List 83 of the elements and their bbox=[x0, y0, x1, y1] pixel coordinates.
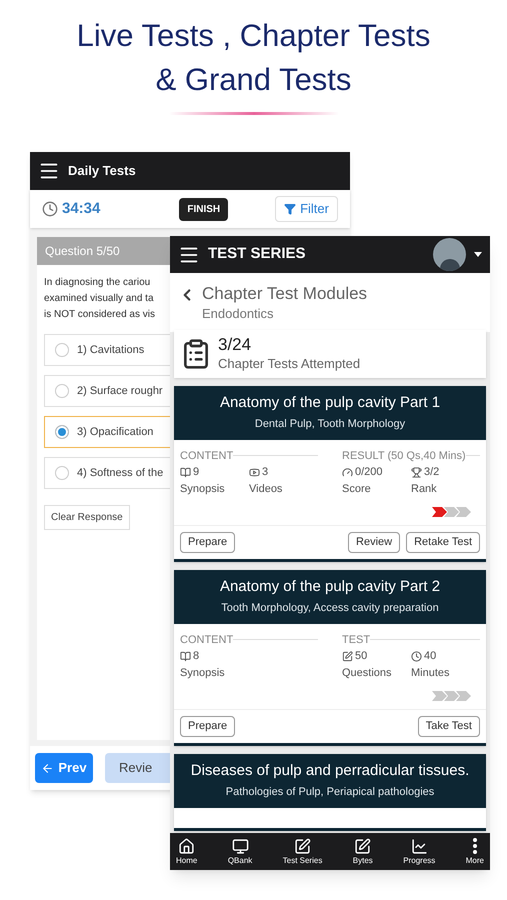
monitor-icon bbox=[232, 838, 249, 854]
answer-option[interactable]: 1) Cavitations bbox=[44, 334, 170, 366]
edit-icon bbox=[342, 650, 353, 662]
video-icon bbox=[249, 466, 260, 478]
radio-button[interactable] bbox=[55, 384, 69, 398]
question-text: is NOT considered as vis bbox=[44, 308, 155, 322]
headline: Live Tests , Chapter Tests bbox=[76, 17, 430, 55]
trophy-icon bbox=[411, 466, 422, 478]
section-label: RESULT (50 Qs,40 Mins) bbox=[342, 448, 466, 464]
stat-count: 8 bbox=[193, 649, 200, 664]
option-label: 3) Opacification bbox=[77, 424, 154, 440]
edit-icon bbox=[354, 838, 372, 854]
stat-label: Questions bbox=[342, 666, 393, 680]
stat-count: 9 bbox=[193, 465, 200, 480]
clear-response-button[interactable]: Clear Response bbox=[44, 505, 130, 530]
question-number: Question 5/50 bbox=[45, 243, 120, 260]
headline: & Grand Tests bbox=[156, 61, 352, 99]
card-title: Anatomy of the pulp cavity Part 2 bbox=[220, 577, 440, 597]
section-label: TEST bbox=[342, 632, 370, 648]
card-subtitle: Pathologies of Pulp, Periapical pathologies bbox=[226, 785, 434, 800]
card-button[interactable]: Prepare bbox=[180, 532, 236, 553]
nav-item[interactable]: More bbox=[466, 838, 484, 866]
nav-item[interactable]: Home bbox=[176, 838, 198, 866]
question-text: examined visually and ta bbox=[44, 292, 154, 306]
stat-label: Rank bbox=[411, 482, 438, 496]
chart-icon bbox=[410, 838, 428, 854]
filter-button[interactable]: Filter bbox=[275, 196, 338, 222]
section-label: CONTENT bbox=[180, 448, 234, 464]
bottom-action-button[interactable]: Revie bbox=[105, 753, 170, 783]
stat-label: Score bbox=[342, 482, 372, 496]
filter-icon bbox=[284, 203, 296, 215]
card-button[interactable]: Take Test bbox=[418, 716, 480, 737]
card-title: Diseases of pulp and perradicular tissues. bbox=[190, 761, 470, 781]
gauge-icon bbox=[342, 466, 353, 478]
home-icon bbox=[178, 838, 196, 854]
edit-icon bbox=[294, 838, 312, 854]
option-label: 2) Surface roughr bbox=[77, 384, 163, 399]
clock-icon bbox=[411, 650, 422, 662]
nav-item[interactable]: Progress bbox=[403, 838, 436, 866]
arrow-left-icon bbox=[41, 762, 54, 774]
stat-label: Synopsis bbox=[180, 666, 226, 680]
card-button[interactable]: Retake Test bbox=[406, 532, 480, 553]
book-icon bbox=[180, 466, 191, 478]
nav-item[interactable]: Test Series bbox=[282, 838, 322, 866]
header-title: Daily Tests bbox=[68, 162, 136, 180]
stat-count: 40 bbox=[424, 649, 436, 664]
page-title: Chapter Test Modules bbox=[202, 284, 368, 304]
prev-button[interactable]: Prev bbox=[35, 753, 93, 783]
radio-button[interactable] bbox=[55, 466, 69, 480]
card-button[interactable]: Review bbox=[348, 532, 400, 553]
stat-count: 50 bbox=[355, 649, 368, 664]
book-icon bbox=[180, 650, 191, 662]
timer: 34:34 bbox=[62, 198, 100, 219]
radio-button[interactable] bbox=[55, 425, 69, 439]
card-button[interactable]: Prepare bbox=[180, 716, 236, 737]
stat-count: 3/2 bbox=[424, 465, 440, 480]
nav-item[interactable]: QBank bbox=[228, 838, 252, 866]
finish-button[interactable]: FINISH bbox=[179, 198, 228, 220]
stat-label: Synopsis bbox=[180, 482, 226, 496]
more-icon bbox=[472, 838, 477, 854]
header-title: TEST SERIES bbox=[208, 244, 306, 264]
stat-count: 0/200 bbox=[355, 465, 383, 480]
section-label: CONTENT bbox=[180, 632, 234, 648]
stat-label: Minutes bbox=[411, 666, 451, 680]
page-subtitle: Endodontics bbox=[202, 305, 275, 323]
answer-option[interactable]: 2) Surface roughr bbox=[44, 375, 170, 407]
card-title: Anatomy of the pulp cavity Part 1 bbox=[220, 393, 440, 413]
attempted-label: Chapter Tests Attempted bbox=[218, 354, 360, 373]
card-subtitle: Dental Pulp, Tooth Morphology bbox=[254, 417, 406, 432]
attempted-count: 3/24 bbox=[218, 334, 252, 354]
avatar[interactable] bbox=[433, 238, 466, 271]
radio-button[interactable] bbox=[55, 343, 69, 357]
answer-option[interactable]: 3) Opacification bbox=[44, 416, 170, 448]
caret-icon[interactable] bbox=[474, 252, 482, 257]
nav-item[interactable]: Bytes bbox=[352, 838, 373, 866]
stat-label: Videos bbox=[249, 482, 284, 496]
question-text: In diagnosing the cariou bbox=[44, 276, 150, 290]
option-label: 1) Cavitations bbox=[77, 342, 144, 358]
option-label: 4) Softness of the bbox=[77, 466, 164, 481]
card-subtitle: Tooth Morphology, Access cavity preparation bbox=[221, 601, 439, 616]
clock-icon bbox=[42, 201, 58, 217]
answer-option[interactable]: 4) Softness of the bbox=[44, 457, 170, 489]
stat-count: 3 bbox=[262, 465, 268, 480]
